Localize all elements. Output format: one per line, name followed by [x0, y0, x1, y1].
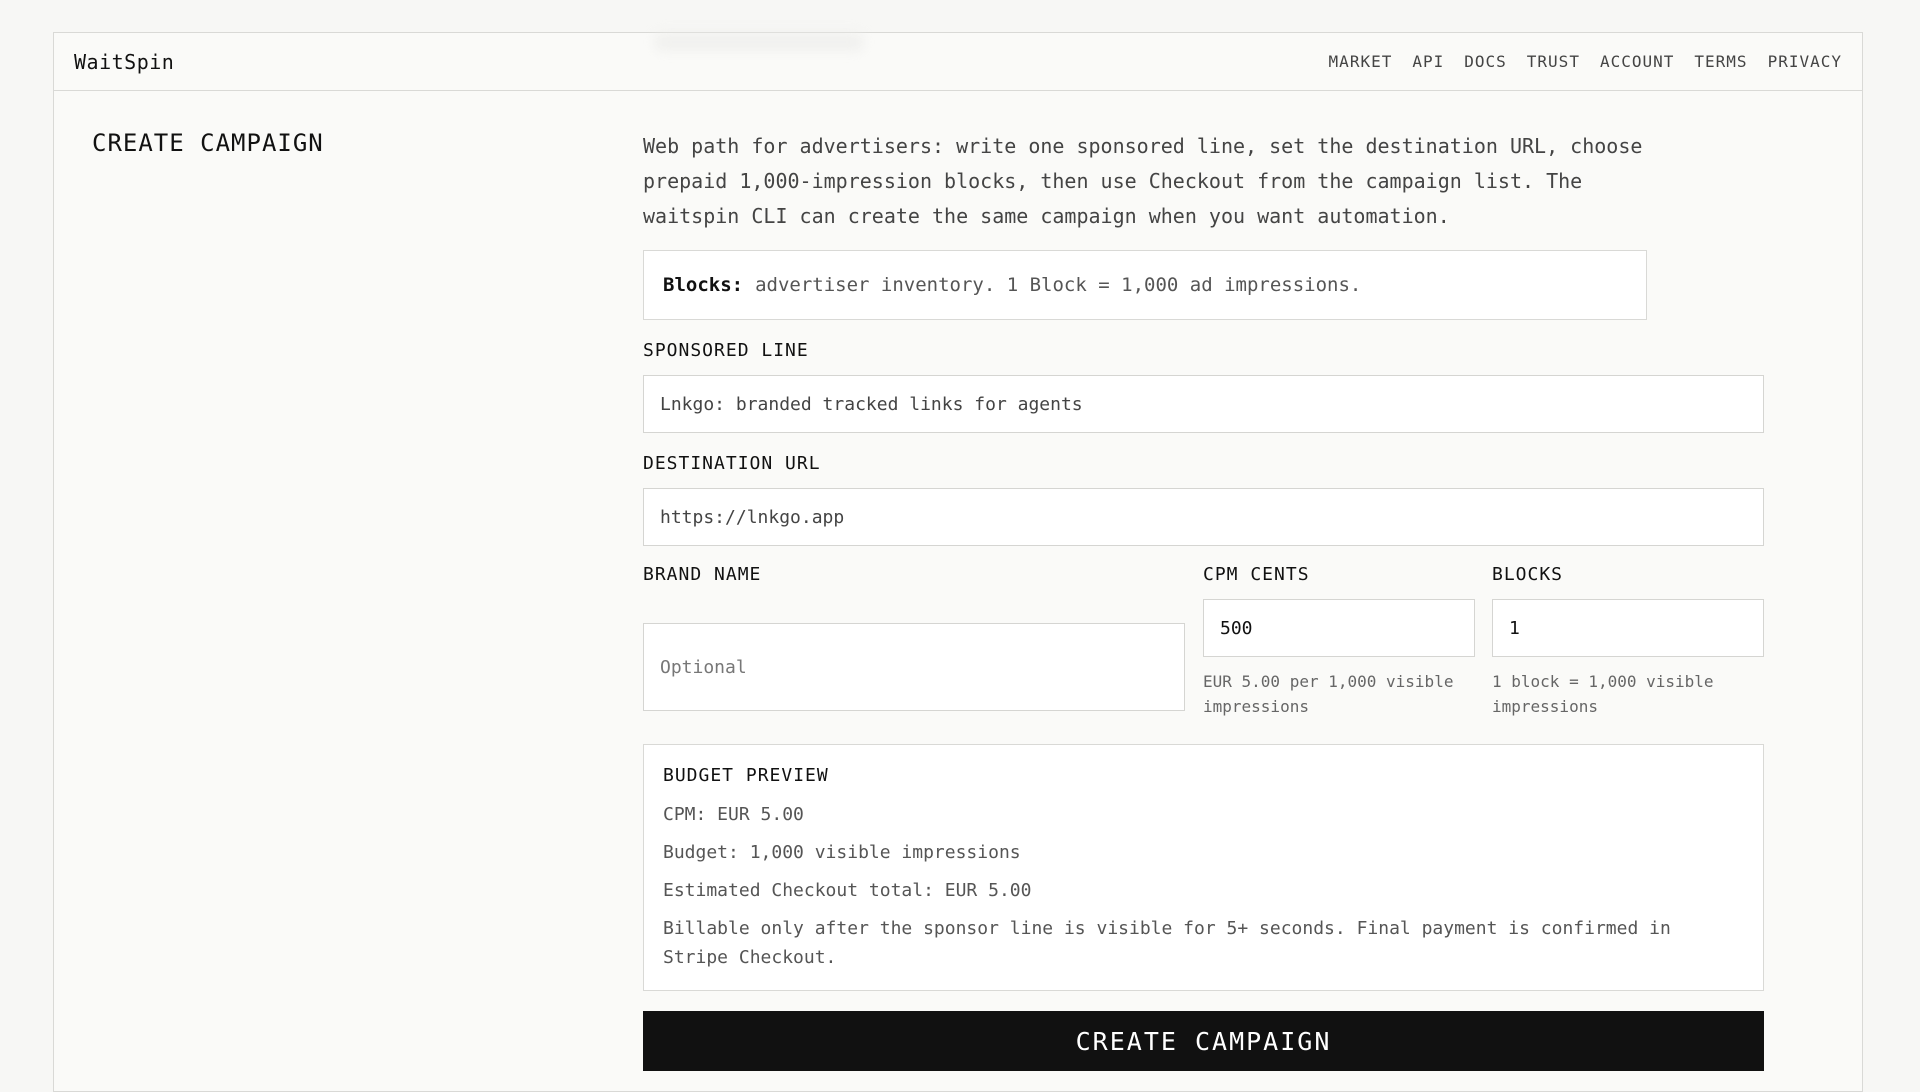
preview-billing-note: Billable only after the sponsor line is …	[663, 918, 1671, 968]
blocks-hint: 1 block = 1,000 visible impressions	[1492, 672, 1714, 716]
page-title: CREATE CAMPAIGN	[92, 129, 324, 157]
preview-cpm: CPM: EUR 5.00	[663, 804, 804, 825]
destination-url-value: https://lnkgo.app	[660, 506, 845, 528]
nav-privacy-link[interactable]: PRIVACY	[1768, 52, 1842, 71]
notice-label: Blocks:	[663, 274, 744, 296]
preview-budget: Budget: 1,000 visible impressions	[663, 842, 1021, 863]
main-nav: MARKET API DOCS TRUST ACCOUNT TERMS PRIV…	[1329, 52, 1842, 71]
budget-preview: BUDGET PREVIEW CPM: EUR 5.00 Budget: 1,0…	[643, 744, 1764, 991]
brand-logo[interactable]: WaitSpin	[74, 50, 174, 74]
cpm-cents-hint: EUR 5.00 per 1,000 visible impressions	[1203, 672, 1454, 716]
brand-name-label: BRAND NAME	[643, 564, 762, 585]
budget-preview-title: BUDGET PREVIEW	[663, 765, 829, 786]
nav-market-link[interactable]: MARKET	[1329, 52, 1393, 71]
campaign-form: Web path for advertisers: write one spon…	[643, 129, 1764, 1071]
cpm-cents-value: 500	[1220, 617, 1253, 639]
nav-docs-link[interactable]: DOCS	[1464, 52, 1507, 71]
brand-cpm-blocks-row: BRAND NAME Optional CPM CENTS 500 EUR 5.…	[643, 564, 1764, 724]
create-campaign-button[interactable]: CREATE CAMPAIGN	[643, 1011, 1764, 1071]
destination-url-input[interactable]: https://lnkgo.app	[643, 488, 1764, 546]
cpm-cents-input[interactable]: 500	[1203, 599, 1475, 657]
nav-account-link[interactable]: ACCOUNT	[1600, 52, 1674, 71]
blocks-input[interactable]: 1	[1492, 599, 1764, 657]
top-bar: WaitSpin MARKET API DOCS TRUST ACCOUNT T…	[54, 33, 1862, 91]
brand-name-input[interactable]: Optional	[643, 623, 1185, 711]
nav-api-link[interactable]: API	[1412, 52, 1444, 71]
brand-name-placeholder: Optional	[660, 656, 747, 678]
cpm-cents-label: CPM CENTS	[1203, 564, 1310, 585]
blocks-label: BLOCKS	[1492, 564, 1564, 585]
blurred-notice	[654, 33, 864, 51]
cpm-cents-group: CPM CENTS 500 EUR 5.00 per 1,000 visible…	[1203, 564, 1475, 719]
nav-trust-link[interactable]: TRUST	[1527, 52, 1580, 71]
sponsored-line-value: Lnkgo: branded tracked links for agents	[660, 393, 1083, 415]
destination-url-label: DESTINATION URL	[643, 453, 821, 474]
blocks-group: BLOCKS 1 1 block = 1,000 visible impress…	[1492, 564, 1764, 719]
blocks-notice: Blocks: advertiser inventory. 1 Block = …	[643, 250, 1647, 320]
preview-total: Estimated Checkout total: EUR 5.00	[663, 880, 1032, 901]
sponsored-line-label: SPONSORED LINE	[643, 340, 809, 361]
notice-text: advertiser inventory. 1 Block = 1,000 ad…	[755, 274, 1362, 296]
blocks-value: 1	[1509, 617, 1520, 639]
nav-terms-link[interactable]: TERMS	[1694, 52, 1747, 71]
sponsored-line-input[interactable]: Lnkgo: branded tracked links for agents	[643, 375, 1764, 433]
intro-text: Web path for advertisers: write one spon…	[643, 134, 1643, 228]
brand-name-group: BRAND NAME Optional	[643, 564, 1185, 711]
app-window: WaitSpin MARKET API DOCS TRUST ACCOUNT T…	[53, 32, 1863, 1092]
